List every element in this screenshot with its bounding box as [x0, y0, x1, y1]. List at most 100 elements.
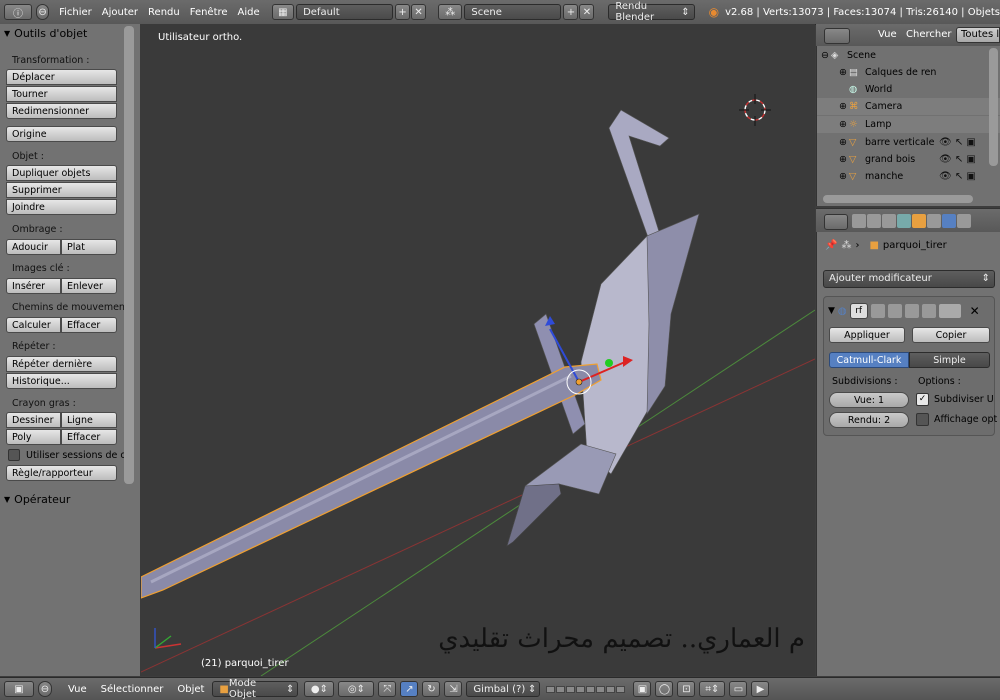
- history-button[interactable]: Historique...: [6, 373, 117, 389]
- subdivide-uvs-row[interactable]: ✓ Subdiviser U: [916, 393, 994, 406]
- show-on-cage-icon[interactable]: [921, 304, 936, 318]
- insert-keyframe-button[interactable]: Insérer: [6, 278, 61, 294]
- transform-orientation-dropdown[interactable]: Gimbal (?) ⇕: [466, 681, 541, 697]
- menu-help[interactable]: Aide: [238, 7, 260, 18]
- show-in-viewport-icon[interactable]: [904, 304, 919, 318]
- manipulator-toggle-icon[interactable]: ⤧: [378, 681, 397, 697]
- render-preview-icon[interactable]: ▭: [729, 681, 748, 697]
- line-button[interactable]: Ligne: [61, 412, 117, 428]
- outliner-row-camera[interactable]: ⊕ ⌘ Camera: [817, 98, 1000, 115]
- eye-icon[interactable]: 👁 ↖ ▣: [939, 168, 991, 185]
- layer-button[interactable]: [586, 685, 596, 693]
- layer-button[interactable]: [596, 685, 606, 693]
- clear-paths-button[interactable]: Effacer: [61, 317, 117, 333]
- add-modifier-dropdown[interactable]: Ajouter modificateur ⇕: [823, 270, 995, 288]
- data-tab-icon[interactable]: [957, 214, 971, 228]
- simple-tab[interactable]: Simple: [909, 352, 990, 368]
- eye-icon[interactable]: 👁 ↖ ▣: [939, 151, 991, 168]
- menu-add[interactable]: Ajouter: [102, 7, 138, 18]
- eye-icon[interactable]: 👁 ↖ ▣: [939, 134, 991, 151]
- world-tab-icon[interactable]: [897, 214, 911, 228]
- outliner-row-render-layers[interactable]: ⊕ ▤ Calques de ren: [839, 64, 1000, 81]
- screen-layout-field[interactable]: Default: [296, 4, 394, 20]
- layer-button[interactable]: [546, 685, 556, 693]
- remove-screen-icon[interactable]: ✕: [411, 4, 427, 20]
- optimal-display-checkbox[interactable]: [916, 413, 929, 426]
- delete-button[interactable]: Supprimer: [6, 182, 117, 198]
- object-tools-panel-header[interactable]: ▼ Outils d'objet: [4, 27, 87, 40]
- proportional-edit-icon[interactable]: ◯: [655, 681, 674, 697]
- move-up-down-icon[interactable]: [938, 304, 961, 318]
- add-scene-icon[interactable]: +: [563, 4, 579, 20]
- flat-button[interactable]: Plat: [61, 239, 117, 255]
- scale-button[interactable]: Redimensionner: [6, 103, 117, 119]
- editor-type-outliner-button[interactable]: [824, 28, 850, 44]
- duplicate-objects-button[interactable]: Dupliquer objets: [6, 165, 117, 181]
- move-button[interactable]: Déplacer: [6, 69, 117, 85]
- scene-icon[interactable]: ⁂: [438, 4, 463, 20]
- repeat-last-button[interactable]: Répéter dernière: [6, 356, 117, 372]
- scene-tab-icon[interactable]: [882, 214, 896, 228]
- outliner-row-scene[interactable]: ⊖ ◈ Scene: [821, 47, 991, 64]
- render-animation-icon[interactable]: ▶: [751, 681, 770, 697]
- rotate-button[interactable]: Tourner: [6, 86, 117, 102]
- display-mode-dropdown[interactable]: Toutes le: [956, 27, 1000, 43]
- object-tab-icon[interactable]: [912, 214, 926, 228]
- copy-button[interactable]: Copier: [912, 327, 990, 343]
- modifier-name-field[interactable]: rf: [849, 303, 868, 319]
- menu-view[interactable]: Vue: [68, 684, 87, 695]
- optimal-display-row[interactable]: Affichage opt: [916, 413, 997, 426]
- use-sessions-checkbox-row[interactable]: Utiliser sessions de c: [8, 449, 126, 461]
- ruler-protractor-button[interactable]: Règle/rapporteur: [6, 465, 117, 481]
- expand-icon[interactable]: ⊕: [839, 171, 849, 182]
- menu-render[interactable]: Rendu: [148, 7, 180, 18]
- modifiers-tab-icon[interactable]: [942, 214, 956, 228]
- view-levels-field[interactable]: Vue: 1: [829, 392, 909, 408]
- origin-button[interactable]: Origine: [6, 126, 117, 142]
- show-in-editmode-icon[interactable]: [870, 304, 885, 318]
- outliner-row-lamp[interactable]: ⊕ ☼ Lamp: [817, 116, 1000, 133]
- operator-panel-header[interactable]: ▼ Opérateur: [4, 493, 70, 506]
- menu-file[interactable]: Fichier: [59, 7, 92, 18]
- outliner-row-world[interactable]: ◍ World: [849, 81, 1000, 98]
- outliner-scrollbar[interactable]: [989, 48, 998, 166]
- collapse-icon[interactable]: ⊖: [821, 50, 831, 61]
- render-engine-dropdown[interactable]: Rendu Blender ⇕: [608, 1, 695, 23]
- expand-icon[interactable]: ⊕: [839, 67, 849, 78]
- remove-keyframe-button[interactable]: Enlever: [61, 278, 117, 294]
- render-levels-field[interactable]: Rendu: 2: [829, 412, 909, 428]
- 3d-viewport[interactable]: Utilisateur ortho. (21) parquoi_tirer م …: [141, 24, 815, 676]
- editor-type-properties-button[interactable]: [824, 214, 848, 230]
- layer-button[interactable]: [556, 685, 566, 693]
- expand-icon[interactable]: ⊕: [839, 154, 849, 165]
- remove-scene-icon[interactable]: ✕: [579, 4, 595, 20]
- viewport-shading-dropdown[interactable]: ●⇕: [304, 681, 335, 697]
- snap-icon[interactable]: ⊡: [677, 681, 696, 697]
- layer-button[interactable]: [566, 685, 576, 693]
- outliner-horizontal-scrollbar[interactable]: [823, 195, 973, 203]
- use-sessions-checkbox[interactable]: [8, 449, 20, 461]
- render-layers-tab-icon[interactable]: [867, 214, 881, 228]
- layer-button[interactable]: [576, 685, 586, 693]
- layer-button[interactable]: [616, 685, 626, 693]
- scene-field[interactable]: Scene: [464, 4, 562, 20]
- pivot-point-dropdown[interactable]: ◎⇕: [338, 681, 375, 697]
- erase-button[interactable]: Effacer: [61, 429, 117, 445]
- screen-layout-icon[interactable]: ▦: [271, 4, 295, 20]
- menu-object[interactable]: Objet: [177, 684, 204, 695]
- expand-icon[interactable]: ⊕: [839, 101, 849, 112]
- pin-icon[interactable]: 📌: [825, 240, 837, 251]
- constraints-tab-icon[interactable]: [927, 214, 941, 228]
- poly-button[interactable]: Poly: [6, 429, 61, 445]
- close-icon[interactable]: ✕: [970, 304, 980, 318]
- layer-button[interactable]: [606, 685, 616, 693]
- apply-button[interactable]: Appliquer: [829, 327, 905, 343]
- join-button[interactable]: Joindre: [6, 199, 117, 215]
- collapse-triangle-icon[interactable]: ▼: [828, 306, 835, 316]
- editor-type-3d-view-button[interactable]: ▣: [4, 681, 34, 697]
- collapse-menu-icon[interactable]: ⊖: [35, 4, 50, 20]
- tool-shelf-scrollbar[interactable]: [124, 26, 134, 484]
- translate-manipulator-icon[interactable]: ↗: [400, 681, 419, 697]
- rotate-manipulator-icon[interactable]: ↻: [422, 681, 441, 697]
- render-tab-icon[interactable]: [852, 214, 866, 228]
